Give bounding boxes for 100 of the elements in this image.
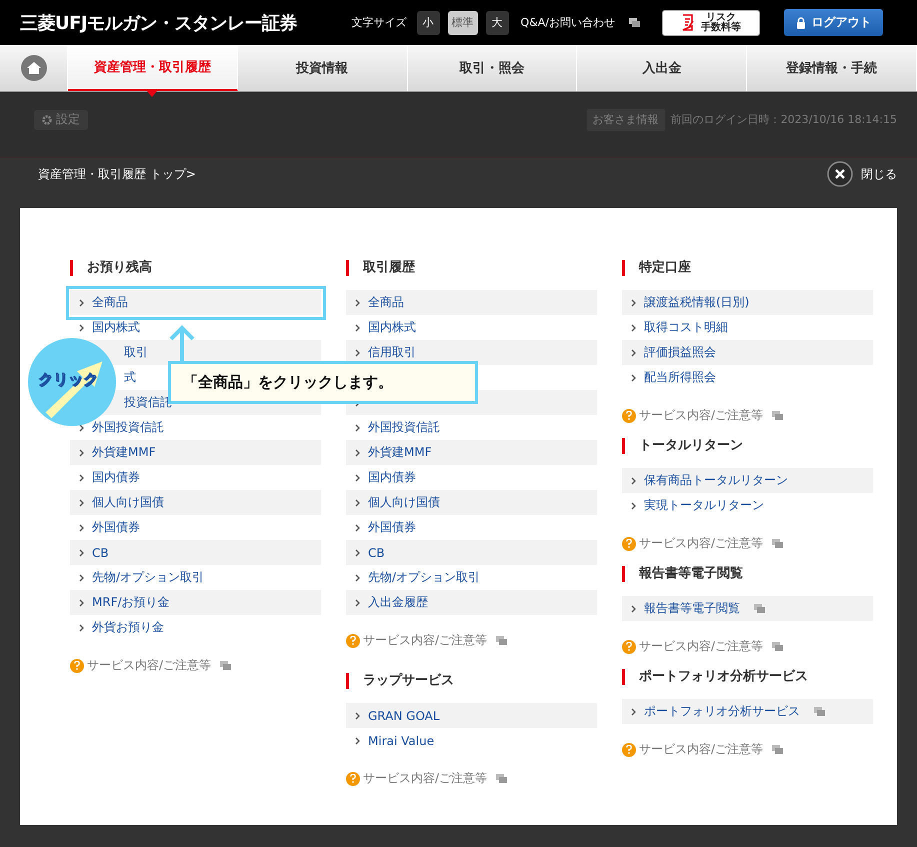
nav-tab[interactable]: 投資情報: [238, 45, 408, 91]
gear-icon: [42, 114, 52, 124]
question-icon: [622, 640, 636, 654]
question-icon: [622, 742, 636, 756]
chevron-icon: [79, 324, 84, 332]
document-icon: [629, 18, 640, 27]
menu-link[interactable]: 譲渡益税情報(日別): [622, 290, 873, 315]
menu-link[interactable]: 外国投資信託: [346, 415, 597, 440]
chevron-icon: [79, 548, 84, 556]
menu-link[interactable]: 先物/オプション取引: [346, 565, 597, 590]
menu-link[interactable]: 外貨お預り金: [70, 615, 321, 640]
menu-link[interactable]: 国内債券: [70, 465, 321, 490]
service-notes-link[interactable]: サービス内容/ご注意等: [622, 638, 873, 655]
service-notes-link[interactable]: サービス内容/ご注意等: [622, 535, 873, 552]
chevron-icon: [355, 574, 360, 582]
menu-link[interactable]: 外貨建MMF: [346, 440, 597, 465]
menu-link[interactable]: 国内債券: [346, 465, 597, 490]
chevron-icon: [79, 448, 84, 456]
chevron-icon: [355, 712, 360, 720]
menu-link[interactable]: 外国債券: [70, 515, 321, 540]
chevron-icon: [355, 548, 360, 556]
home-icon[interactable]: [20, 55, 46, 81]
chevron-icon: [355, 424, 360, 432]
font-size-button[interactable]: 大: [486, 10, 509, 34]
menu-link[interactable]: 保有商品トータルリターン: [622, 468, 873, 493]
font-size-button[interactable]: 標準: [448, 10, 478, 34]
menu-link[interactable]: Mirai Value: [346, 728, 597, 753]
menu-link[interactable]: 信用取引: [346, 340, 597, 365]
menu-link[interactable]: ポートフォリオ分析サービス: [622, 699, 873, 724]
question-icon: [346, 772, 360, 786]
menu-link[interactable]: 国内株式: [70, 315, 321, 340]
chevron-icon: [631, 374, 636, 382]
service-notes-link[interactable]: サービス内容/ご注意等: [622, 407, 873, 424]
menu-link[interactable]: 評価損益照会: [622, 340, 873, 365]
section-heading: 報告書等電子閲覧: [622, 566, 873, 582]
section-heading: 取引履歴: [346, 260, 597, 276]
service-notes-link[interactable]: サービス内容/ご注意等: [622, 741, 873, 758]
menu-link[interactable]: 国内株式: [346, 315, 597, 340]
chevron-icon: [355, 474, 360, 482]
chevron-icon: [355, 448, 360, 456]
menu-link[interactable]: 個人向け国債: [346, 490, 597, 515]
menu-link[interactable]: 外貨建MMF: [70, 440, 321, 465]
document-icon: [220, 661, 232, 670]
document-icon: [496, 774, 508, 783]
section-heading: ポートフォリオ分析サービス: [622, 669, 873, 685]
chevron-icon: [631, 324, 636, 332]
menu-link[interactable]: MRF/お預り金: [70, 590, 321, 615]
menu-link[interactable]: 全商品: [70, 290, 321, 315]
chevron-icon: [79, 624, 84, 632]
chevron-icon: [631, 348, 636, 356]
menu-link[interactable]: 外国債券: [346, 515, 597, 540]
chevron-icon: [79, 474, 84, 482]
question-icon: [622, 536, 636, 550]
menu-link[interactable]: 報告書等電子閲覧: [622, 596, 873, 621]
breadcrumb-link[interactable]: 資産管理・取引履歴 トップ>: [38, 166, 196, 182]
chevron-icon: [355, 498, 360, 506]
question-icon: [346, 634, 360, 648]
lock-icon: [796, 16, 806, 28]
chevron-icon: [355, 736, 360, 744]
chevron-icon: [79, 524, 84, 532]
section-heading: トータルリターン: [622, 438, 873, 454]
logo[interactable]: 三菱UFJモルガン・スタンレー証券: [20, 10, 298, 34]
menu-link[interactable]: 配当所得照会: [622, 365, 873, 390]
document-icon: [772, 745, 784, 754]
menu-link[interactable]: 取得コスト明細: [622, 315, 873, 340]
document-icon: [496, 636, 508, 645]
document-icon: [772, 539, 784, 548]
logout-button[interactable]: ログアウト: [784, 9, 883, 36]
service-notes-link[interactable]: サービス内容/ご注意等: [346, 632, 597, 649]
chevron-icon: [79, 298, 84, 306]
menu-link[interactable]: GRAN GOAL: [346, 703, 597, 728]
chevron-icon: [631, 476, 636, 484]
question-icon: [70, 658, 84, 672]
question-icon: [622, 408, 636, 422]
menu-link[interactable]: 全商品: [346, 290, 597, 315]
chevron-icon: [631, 604, 636, 612]
checklist-icon: [681, 14, 695, 31]
menu-link[interactable]: 実現トータルリターン: [622, 493, 873, 518]
chevron-icon: [79, 574, 84, 582]
menu-link[interactable]: 入出金履歴: [346, 590, 597, 615]
menu-link[interactable]: 個人向け国債: [70, 490, 321, 515]
risk-fees-button[interactable]: リスク 手数料等: [662, 10, 760, 36]
nav-tab[interactable]: 取引・照会: [408, 45, 578, 91]
chevron-icon: [355, 348, 360, 356]
service-notes-link[interactable]: サービス内容/ご注意等: [346, 770, 597, 787]
menu-link[interactable]: CB: [346, 540, 597, 565]
chevron-icon: [79, 498, 84, 506]
close-button[interactable]: 閉じる: [827, 161, 897, 187]
menu-link[interactable]: CB: [70, 540, 321, 565]
nav-tab[interactable]: 入出金: [577, 45, 748, 91]
chevron-icon: [631, 708, 636, 716]
contact-link[interactable]: Q&A/お問い合わせ: [520, 15, 615, 30]
section-heading: 特定口座: [622, 260, 873, 276]
menu-link[interactable]: 先物/オプション取引: [70, 565, 321, 590]
font-size-button[interactable]: 小: [416, 10, 440, 34]
section-heading: お預り残高: [70, 260, 321, 276]
service-notes-link[interactable]: サービス内容/ご注意等: [70, 657, 321, 674]
click-badge-text: クリック: [38, 370, 98, 389]
chevron-icon: [355, 598, 360, 606]
nav-tab[interactable]: 登録情報・手続: [747, 45, 917, 91]
